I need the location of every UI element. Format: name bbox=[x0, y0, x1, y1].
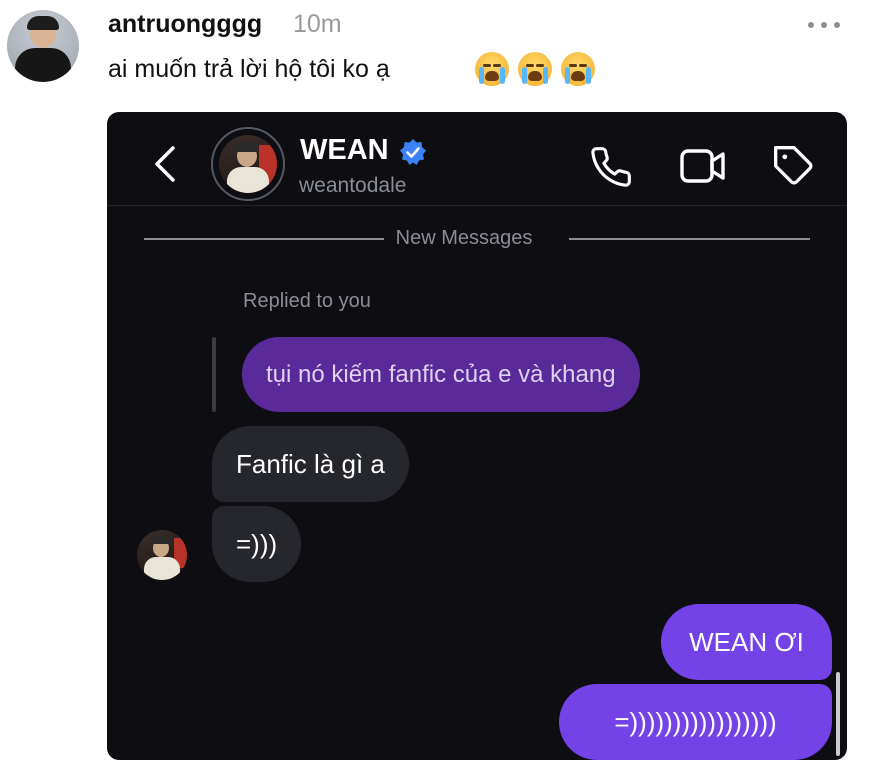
received-message-bubble[interactable]: Fanfic là gì a bbox=[212, 426, 409, 502]
contact-handle: weantodale bbox=[299, 174, 407, 197]
contact-name[interactable]: WEAN bbox=[300, 134, 389, 167]
header-divider bbox=[107, 205, 847, 206]
back-icon[interactable] bbox=[151, 144, 181, 184]
chat-screenshot[interactable]: WEAN weantodale New Messages Replied to … bbox=[107, 112, 847, 760]
divider-line-left bbox=[144, 238, 384, 240]
message-text: =))))))))))))))))) bbox=[614, 706, 777, 737]
sent-message-bubble[interactable]: =))))))))))))))))) bbox=[559, 684, 832, 760]
replied-label: Replied to you bbox=[243, 290, 371, 312]
user-avatar[interactable] bbox=[7, 10, 79, 82]
more-options-icon[interactable] bbox=[808, 22, 840, 28]
quoted-message-text: tụi nó kiếm fanfic của e và khang bbox=[266, 360, 616, 388]
username[interactable]: antruongggg bbox=[108, 10, 262, 39]
message-text: =))) bbox=[236, 528, 278, 559]
post-timestamp: 10m bbox=[293, 10, 342, 38]
loudly-crying-face-icon bbox=[518, 52, 552, 86]
sender-avatar[interactable] bbox=[137, 530, 187, 580]
loudly-crying-face-icon bbox=[561, 52, 595, 86]
new-messages-label: New Messages bbox=[395, 227, 533, 249]
sent-message-bubble[interactable]: WEAN ƠI bbox=[661, 604, 832, 680]
tag-icon[interactable] bbox=[771, 144, 817, 188]
reply-indicator-bar bbox=[212, 337, 216, 412]
scrollbar[interactable] bbox=[836, 672, 840, 756]
loudly-crying-face-icon bbox=[475, 52, 509, 86]
divider-line-right bbox=[569, 238, 810, 240]
video-call-icon[interactable] bbox=[679, 146, 727, 186]
phone-icon[interactable] bbox=[589, 145, 633, 189]
verified-badge-icon bbox=[400, 139, 426, 165]
contact-avatar[interactable] bbox=[211, 127, 285, 201]
message-text: Fanfic là gì a bbox=[236, 448, 385, 479]
message-text: WEAN ƠI bbox=[689, 626, 804, 657]
received-message-bubble[interactable]: =))) bbox=[212, 506, 302, 582]
post-text: ai muốn trả lời hộ tôi ko ạ bbox=[108, 55, 390, 83]
quoted-message-bubble[interactable]: tụi nó kiếm fanfic của e và khang bbox=[242, 337, 640, 412]
